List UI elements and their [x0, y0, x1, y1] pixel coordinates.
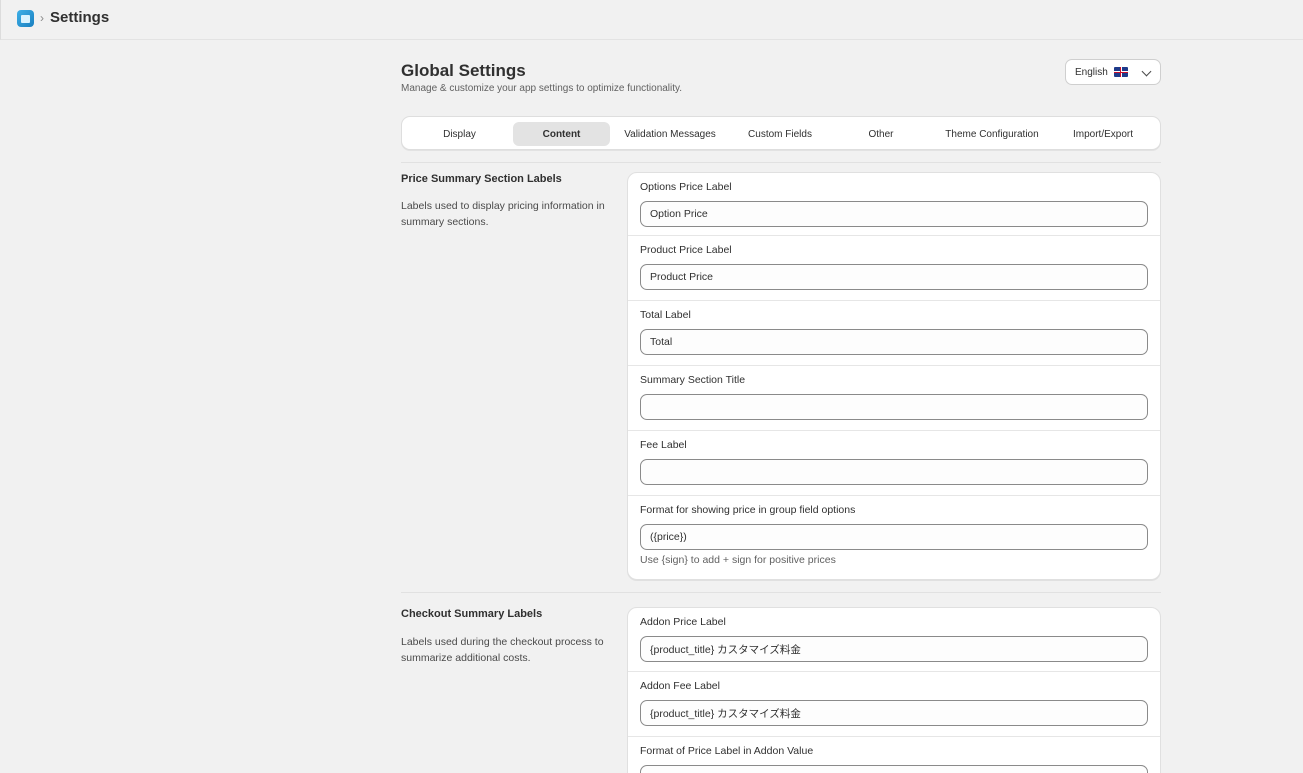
- page-subtitle: Manage & customize your app settings to …: [401, 83, 683, 94]
- addon-price-input[interactable]: [640, 636, 1148, 662]
- language-label: English: [1075, 66, 1108, 78]
- breadcrumb-chevron-icon: ›: [40, 11, 44, 25]
- section-description: Labels used to display pricing informati…: [401, 200, 605, 228]
- product-price-field: Product Price Label: [628, 235, 1160, 300]
- section-description: Labels used during the checkout process …: [401, 636, 604, 664]
- addon-fee-input[interactable]: [640, 700, 1148, 726]
- app-icon[interactable]: [17, 10, 34, 27]
- chevron-down-icon: [1141, 66, 1152, 77]
- field-label: Product Price Label: [640, 244, 732, 256]
- top-bar: › Settings: [0, 0, 1303, 40]
- addon-value-price-format-input[interactable]: [640, 765, 1148, 773]
- group-price-format-input[interactable]: [640, 524, 1148, 550]
- divider: [401, 162, 1161, 163]
- field-label: Format for showing price in group field …: [640, 504, 856, 516]
- field-label: Addon Price Label: [640, 616, 726, 628]
- addon-price-field: Addon Price Label: [628, 608, 1160, 673]
- checkout-summary-card: Addon Price Label Addon Fee Label Format…: [627, 607, 1161, 773]
- addon-value-price-format-field: Format of Price Label in Addon Value: [628, 736, 1160, 773]
- total-input[interactable]: [640, 329, 1148, 355]
- options-price-field: Options Price Label: [628, 173, 1160, 238]
- divider: [401, 592, 1161, 593]
- field-label: Summary Section Title: [640, 374, 746, 386]
- field-help-text: Use {sign} to add + sign for positive pr…: [640, 554, 836, 566]
- price-summary-card: Options Price Label Product Price Label …: [627, 172, 1161, 580]
- options-price-input[interactable]: [640, 201, 1148, 227]
- tab-import-export[interactable]: Import/Export: [1056, 122, 1150, 146]
- uk-flag-icon: [1113, 67, 1128, 77]
- field-label: Fee Label: [640, 439, 687, 451]
- tab-content[interactable]: Content: [513, 122, 610, 146]
- settings-tabs: Display Content Validation Messages Cust…: [401, 116, 1161, 150]
- tab-display[interactable]: Display: [407, 122, 512, 146]
- summary-section-title-field: Summary Section Title: [628, 365, 1160, 430]
- section-title: Checkout Summary Labels: [401, 608, 543, 620]
- language-select[interactable]: English: [1065, 59, 1161, 85]
- group-price-format-field: Format for showing price in group field …: [628, 495, 1160, 579]
- field-label: Options Price Label: [640, 181, 732, 193]
- field-label: Total Label: [640, 309, 691, 321]
- section-title: Price Summary Section Labels: [401, 173, 562, 185]
- summary-section-title-input[interactable]: [640, 394, 1148, 420]
- tab-custom-fields[interactable]: Custom Fields: [729, 122, 831, 146]
- tab-other[interactable]: Other: [835, 122, 927, 146]
- tab-theme-configuration[interactable]: Theme Configuration: [932, 122, 1052, 146]
- field-label: Addon Fee Label: [640, 680, 720, 692]
- addon-fee-field: Addon Fee Label: [628, 671, 1160, 736]
- breadcrumb-title: Settings: [50, 9, 110, 26]
- fee-label-field: Fee Label: [628, 430, 1160, 495]
- product-price-input[interactable]: [640, 264, 1148, 290]
- total-field: Total Label: [628, 300, 1160, 365]
- page-title: Global Settings: [401, 61, 526, 80]
- tab-validation-messages[interactable]: Validation Messages: [615, 122, 725, 146]
- fee-label-input[interactable]: [640, 459, 1148, 485]
- field-label: Format of Price Label in Addon Value: [640, 745, 814, 757]
